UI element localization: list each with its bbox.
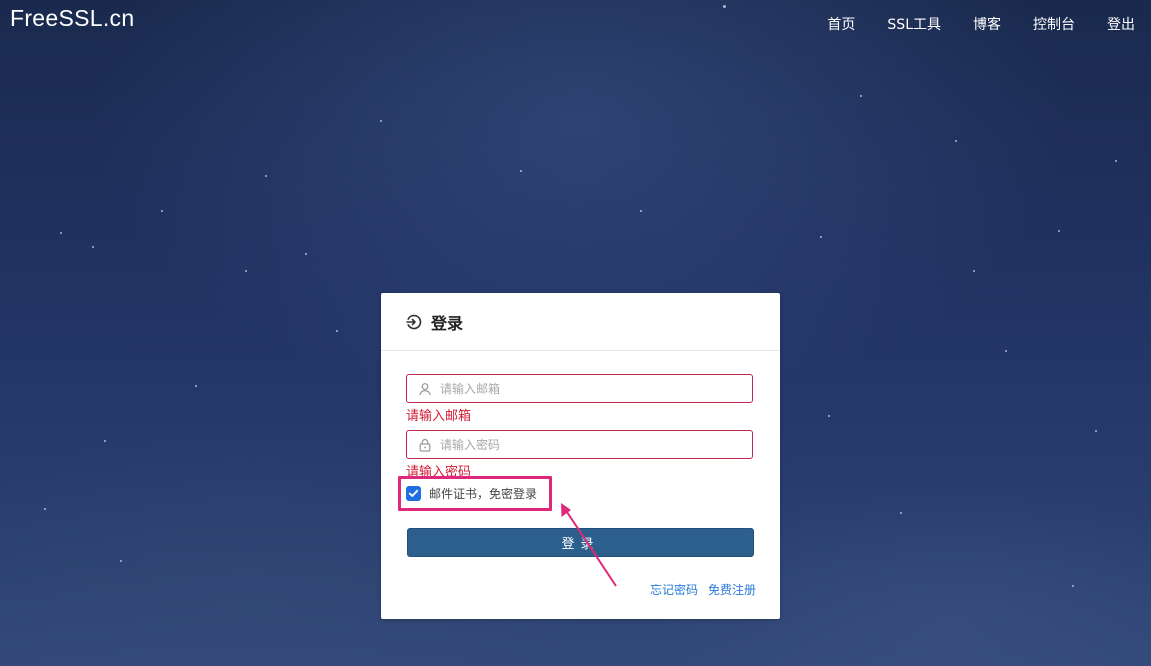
password-field[interactable] xyxy=(406,430,753,459)
login-card-header: 登录 xyxy=(381,293,780,351)
login-icon xyxy=(406,314,422,329)
nav-home[interactable]: 首页 xyxy=(827,14,855,34)
site-logo[interactable]: FreeSSL.cn xyxy=(10,5,134,32)
nav-ssl-tools[interactable]: SSL工具 xyxy=(887,14,941,34)
register-link[interactable]: 免费注册 xyxy=(708,581,756,598)
main-nav: 首页 SSL工具 博客 控制台 登出 xyxy=(795,14,1135,34)
email-error: 请输入邮箱 xyxy=(406,409,472,424)
forgot-password-link[interactable]: 忘记密码 xyxy=(650,581,698,598)
auth-links: 忘记密码 免费注册 xyxy=(640,581,756,598)
password-input[interactable] xyxy=(438,436,752,453)
lock-icon xyxy=(419,438,431,452)
nav-blog[interactable]: 博客 xyxy=(973,14,1001,34)
user-icon xyxy=(419,382,431,395)
top-navbar: FreeSSL.cn 首页 SSL工具 博客 控制台 登出 xyxy=(0,0,1151,48)
email-input[interactable] xyxy=(438,380,752,397)
login-title: 登录 xyxy=(431,313,464,333)
login-card: 登录 请输入邮箱 请输入密码 邮件证书，免密登录 登录 忘记密码 免费注册 xyxy=(381,293,780,619)
login-button[interactable]: 登录 xyxy=(407,528,754,557)
email-field[interactable] xyxy=(406,374,753,403)
nav-logout[interactable]: 登出 xyxy=(1107,14,1135,34)
nav-console[interactable]: 控制台 xyxy=(1033,14,1075,34)
annotation-highlight-box xyxy=(398,476,552,511)
